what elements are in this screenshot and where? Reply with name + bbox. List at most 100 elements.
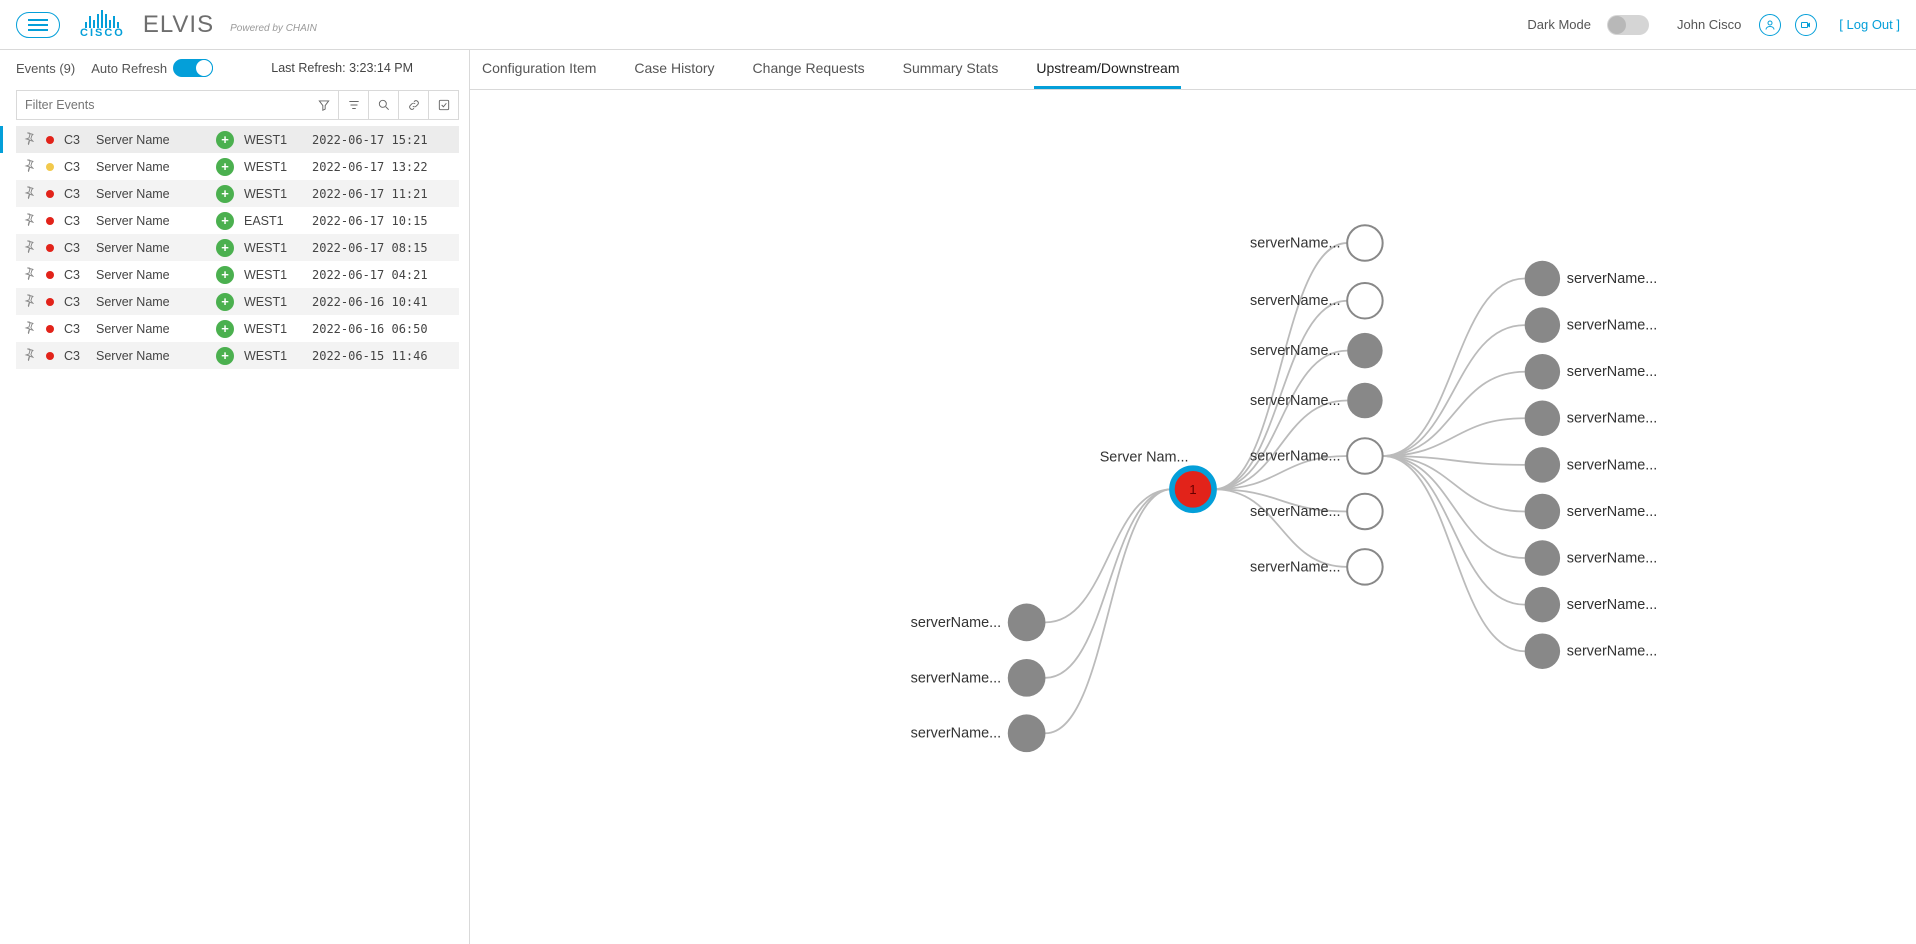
- logout-link[interactable]: [ Log Out ]: [1839, 17, 1900, 32]
- graph-node[interactable]: serverName...: [1525, 307, 1658, 342]
- events-list: C3Server Name+WEST12022-06-17 15:21C3Ser…: [16, 126, 459, 369]
- pin-icon[interactable]: [22, 131, 36, 148]
- graph-node[interactable]: serverName...: [1525, 447, 1658, 482]
- status-dot: [46, 217, 54, 225]
- expand-icon[interactable]: +: [216, 212, 234, 230]
- node-label: serverName...: [911, 726, 1001, 742]
- event-row[interactable]: C3Server Name+WEST12022-06-17 08:15: [16, 234, 459, 261]
- pin-icon[interactable]: [22, 185, 36, 202]
- timestamp: 2022-06-17 11:21: [312, 187, 428, 201]
- graph-node[interactable]: serverName...: [911, 659, 1046, 697]
- graph-node[interactable]: serverName...: [1525, 633, 1658, 668]
- node-label: serverName...: [1567, 504, 1657, 520]
- graph-node[interactable]: serverName...: [1525, 540, 1658, 575]
- event-row[interactable]: C3Server Name+WEST12022-06-16 06:50: [16, 315, 459, 342]
- expand-icon[interactable]: +: [216, 347, 234, 365]
- search-icon[interactable]: [369, 90, 399, 120]
- event-row[interactable]: C3Server Name+EAST12022-06-17 10:15: [16, 207, 459, 234]
- tab-summary-stats[interactable]: Summary Stats: [901, 50, 1001, 89]
- graph-node[interactable]: serverName...: [1525, 494, 1658, 529]
- server-name: Server Name: [96, 214, 206, 228]
- graph-node[interactable]: serverName...: [911, 604, 1046, 642]
- expand-icon[interactable]: +: [216, 158, 234, 176]
- menu-button[interactable]: [16, 12, 60, 38]
- graph-node[interactable]: serverName...: [1250, 494, 1383, 529]
- status-dot: [46, 244, 54, 252]
- server-name: Server Name: [96, 349, 206, 363]
- pin-icon[interactable]: [22, 266, 36, 283]
- filter-icon[interactable]: [309, 90, 339, 120]
- expand-icon[interactable]: +: [216, 266, 234, 284]
- camera-icon[interactable]: [1795, 14, 1817, 36]
- graph-node[interactable]: serverName...: [1525, 261, 1658, 296]
- event-row[interactable]: C3Server Name+WEST12022-06-15 11:46: [16, 342, 459, 369]
- graph-node[interactable]: serverName...: [1250, 283, 1383, 318]
- tab-configuration-item[interactable]: Configuration Item: [480, 50, 598, 89]
- user-name: John Cisco: [1677, 17, 1741, 32]
- event-row[interactable]: C3Server Name+WEST12022-06-16 10:41: [16, 288, 459, 315]
- node-label: serverName...: [1250, 504, 1340, 520]
- expand-icon[interactable]: +: [216, 320, 234, 338]
- status-dot: [46, 136, 54, 144]
- server-name: Server Name: [96, 187, 206, 201]
- cisco-wordmark: CISCO: [80, 27, 125, 39]
- graph-node[interactable]: serverName...: [1525, 587, 1658, 622]
- node-label: serverName...: [1567, 644, 1657, 660]
- location: WEST1: [244, 160, 302, 174]
- expand-icon[interactable]: +: [216, 185, 234, 203]
- user-profile-icon[interactable]: [1759, 14, 1781, 36]
- pin-icon[interactable]: [22, 158, 36, 175]
- pin-icon[interactable]: [22, 347, 36, 364]
- detail-tabs: Configuration Item Case History Change Req…: [470, 50, 1916, 90]
- auto-refresh-toggle[interactable]: [173, 59, 213, 77]
- select-all-icon[interactable]: [429, 90, 459, 120]
- graph-node[interactable]: serverName...: [1250, 225, 1383, 260]
- expand-icon[interactable]: +: [216, 131, 234, 149]
- event-code: C3: [64, 349, 86, 363]
- graph-node[interactable]: serverName...: [1525, 354, 1658, 389]
- pin-icon[interactable]: [22, 212, 36, 229]
- graph-area[interactable]: serverName... serverName... serverName... s…: [470, 90, 1916, 944]
- tab-upstream-downstream[interactable]: Upstream/Downstream: [1034, 50, 1181, 89]
- event-row[interactable]: C3Server Name+WEST12022-06-17 11:21: [16, 180, 459, 207]
- cisco-logo: CISCO: [80, 10, 125, 39]
- event-code: C3: [64, 133, 86, 147]
- sort-icon[interactable]: [339, 90, 369, 120]
- link-icon[interactable]: [399, 90, 429, 120]
- graph-node[interactable]: serverName...: [1250, 438, 1383, 473]
- node-label: serverName...: [1567, 318, 1657, 334]
- event-row[interactable]: C3Server Name+WEST12022-06-17 15:21: [16, 126, 459, 153]
- expand-icon[interactable]: +: [216, 293, 234, 311]
- filter-events-input[interactable]: [16, 90, 309, 120]
- pin-icon[interactable]: [22, 239, 36, 256]
- expand-icon[interactable]: +: [216, 239, 234, 257]
- dark-mode-label: Dark Mode: [1527, 17, 1591, 32]
- cisco-bars-icon: [85, 10, 119, 28]
- graph-node[interactable]: serverName...: [911, 714, 1046, 752]
- event-row[interactable]: C3Server Name+WEST12022-06-17 04:21: [16, 261, 459, 288]
- location: WEST1: [244, 133, 302, 147]
- dark-mode-toggle[interactable]: [1607, 15, 1649, 35]
- event-code: C3: [64, 322, 86, 336]
- node-label: serverName...: [911, 615, 1001, 631]
- topology-graph[interactable]: serverName... serverName... serverName... s…: [470, 90, 1916, 944]
- node-label: serverName...: [1250, 235, 1340, 251]
- pin-icon[interactable]: [22, 320, 36, 337]
- graph-node[interactable]: 1Server Nam...: [1100, 450, 1214, 511]
- timestamp: 2022-06-17 13:22: [312, 160, 428, 174]
- node-label: serverName...: [1567, 457, 1657, 473]
- server-name: Server Name: [96, 160, 206, 174]
- graph-node[interactable]: serverName...: [1250, 383, 1383, 418]
- node-label: serverName...: [1250, 293, 1340, 309]
- tab-case-history[interactable]: Case History: [632, 50, 716, 89]
- timestamp: 2022-06-16 10:41: [312, 295, 428, 309]
- graph-node[interactable]: serverName...: [1250, 549, 1383, 584]
- node-label: serverName...: [1567, 411, 1657, 427]
- tab-change-requests[interactable]: Change Requests: [751, 50, 867, 89]
- timestamp: 2022-06-15 11:46: [312, 349, 428, 363]
- status-dot: [46, 271, 54, 279]
- graph-node[interactable]: serverName...: [1525, 401, 1658, 436]
- event-row[interactable]: C3Server Name+WEST12022-06-17 13:22: [16, 153, 459, 180]
- pin-icon[interactable]: [22, 293, 36, 310]
- node-label: serverName...: [1567, 550, 1657, 566]
